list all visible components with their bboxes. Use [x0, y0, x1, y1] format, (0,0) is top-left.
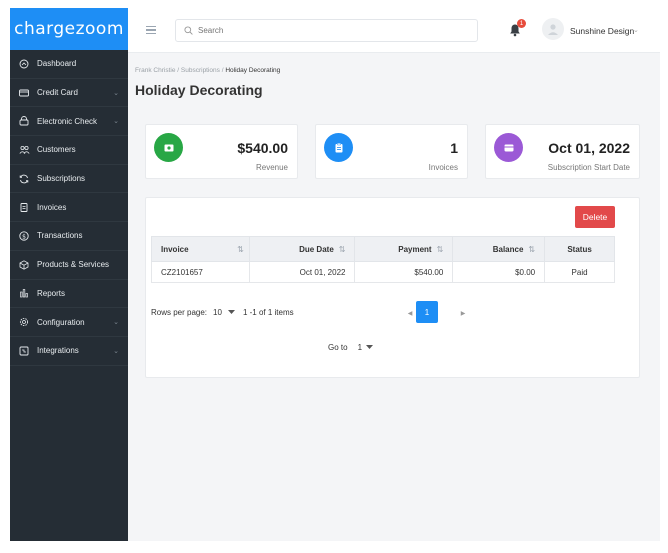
- payment-link[interactable]: $540.00: [354, 261, 454, 283]
- sidebar-item-reports[interactable]: Reports: [10, 280, 128, 309]
- sort-icon[interactable]: ⇅: [237, 245, 244, 254]
- user-name[interactable]: Sunshine Design: [570, 26, 634, 36]
- home-icon: [18, 58, 30, 70]
- sidebar-item-transactions[interactable]: $ Transactions: [10, 222, 128, 251]
- sidebar-item-label: Integrations: [37, 346, 79, 356]
- sidebar-item-credit-card[interactable]: Credit Card ⌄: [10, 79, 128, 108]
- sidebar-item-subscriptions[interactable]: Subscriptions: [10, 165, 128, 194]
- breadcrumb-current: Holiday Decorating: [225, 67, 281, 74]
- due-date-cell: Oct 01, 2022: [248, 261, 356, 283]
- chevron-down-icon: ⌄: [113, 319, 119, 327]
- users-icon: [18, 144, 30, 156]
- stat-label: Revenue: [255, 163, 288, 172]
- topbar: 1 Sunshine Design ⌄: [128, 8, 660, 53]
- bar-chart-icon: [18, 287, 30, 299]
- column-header-status: Status: [544, 236, 615, 262]
- chevron-down-icon: ⌄: [113, 89, 119, 97]
- sort-icon[interactable]: ⇅: [339, 245, 346, 254]
- sidebar-item-label: Subscriptions: [37, 174, 86, 184]
- calendar-card-icon: [494, 133, 523, 162]
- column-header-balance[interactable]: Balance ⇅: [452, 236, 546, 262]
- rows-per-page-label: Rows per page:: [151, 308, 208, 317]
- bank-icon: [18, 115, 30, 127]
- chevron-down-icon: ⌄: [113, 347, 119, 355]
- stat-card-start-date: Oct 01, 2022 Subscription Start Date: [485, 124, 640, 179]
- column-header-payment[interactable]: Payment ⇅: [354, 236, 454, 262]
- sidebar: chargezoom Dashboard Credit Card ⌄ Elect…: [10, 8, 128, 541]
- svg-text:$: $: [22, 233, 26, 240]
- chevron-down-icon[interactable]: ⌄: [633, 26, 639, 34]
- sidebar-item-products-services[interactable]: Products & Services: [10, 251, 128, 280]
- stat-value: $540.00: [237, 140, 288, 156]
- goto-control: Go to 1: [328, 343, 374, 352]
- caret-down-icon: [366, 345, 374, 349]
- dollar-circle-icon: $: [18, 230, 30, 242]
- page-title: Holiday Decorating: [135, 82, 263, 98]
- sidebar-item-customers[interactable]: Customers: [10, 136, 128, 165]
- table-row: CZ2101657 Oct 01, 2022 $540.00 $0.00 Pai…: [151, 261, 615, 283]
- invoice-link[interactable]: CZ2101657: [151, 261, 250, 283]
- invoices-table: Invoice ⇅ Due Date ⇅ Payment ⇅ Balance ⇅ Sta…: [151, 236, 615, 283]
- sidebar-item-integrations[interactable]: Integrations ⌄: [10, 337, 128, 366]
- sidebar-item-label: Invoices: [37, 202, 67, 212]
- notification-badge: 1: [517, 19, 526, 28]
- sidebar-item-label: Reports: [37, 288, 66, 298]
- sidebar-item-label: Credit Card: [37, 88, 78, 98]
- status-cell: Paid: [544, 261, 615, 283]
- stat-card-invoices: 1 Invoices: [315, 124, 468, 179]
- breadcrumb: Frank Christie / Subscriptions / Holiday…: [135, 67, 280, 74]
- stat-card-revenue: $540.00 Revenue: [145, 124, 298, 179]
- sidebar-item-configuration[interactable]: Configuration ⌄: [10, 308, 128, 337]
- next-page-icon[interactable]: ▶: [455, 305, 471, 321]
- page-button-current[interactable]: 1: [416, 301, 438, 323]
- sidebar-item-invoices[interactable]: Invoices: [10, 193, 128, 223]
- puzzle-icon: [18, 345, 30, 357]
- sidebar-item-label: Dashboard: [37, 59, 77, 69]
- menu-toggle-icon[interactable]: [146, 26, 156, 36]
- chevron-down-icon: ⌄: [113, 118, 119, 126]
- box-icon: [18, 259, 30, 271]
- gear-icon: [18, 316, 30, 328]
- stat-value: 1: [450, 140, 458, 156]
- stat-value: Oct 01, 2022: [548, 140, 630, 156]
- stat-label: Invoices: [428, 163, 458, 172]
- range-text: 1 -1 of 1 items: [242, 308, 294, 317]
- sidebar-item-dashboard[interactable]: Dashboard: [10, 50, 128, 79]
- refresh-icon: [18, 173, 30, 185]
- goto-select[interactable]: 1: [358, 343, 374, 352]
- sidebar-item-electronic-check[interactable]: Electronic Check ⌄: [10, 107, 128, 137]
- rows-per-page-select[interactable]: 10: [213, 308, 235, 317]
- logo[interactable]: chargezoom: [10, 8, 128, 50]
- sidebar-item-label: Products & Services: [37, 260, 110, 270]
- sort-icon[interactable]: ⇅: [437, 245, 444, 254]
- table-header-row: Invoice ⇅ Due Date ⇅ Payment ⇅ Balance ⇅ Sta…: [151, 236, 615, 262]
- sidebar-item-label: Configuration: [37, 317, 85, 327]
- search-input[interactable]: [198, 26, 458, 35]
- balance-cell: $0.00: [452, 261, 546, 283]
- sidebar-item-label: Transactions: [37, 231, 83, 241]
- breadcrumb-item-customer[interactable]: Frank Christie: [135, 67, 175, 74]
- column-header-invoice[interactable]: Invoice ⇅: [151, 236, 250, 262]
- sort-icon[interactable]: ⇅: [528, 245, 535, 254]
- sidebar-item-label: Electronic Check: [37, 116, 98, 126]
- money-icon: [154, 133, 183, 162]
- credit-card-icon: [18, 87, 30, 99]
- caret-down-icon: [227, 310, 235, 314]
- breadcrumb-item-subscriptions[interactable]: Subscriptions: [181, 67, 220, 74]
- search-icon: [184, 22, 193, 40]
- rows-per-page: Rows per page: 10 1 -1 of 1 items: [151, 308, 294, 317]
- sidebar-item-label: Customers: [37, 145, 76, 155]
- avatar[interactable]: [542, 18, 564, 40]
- column-header-due-date[interactable]: Due Date ⇅: [248, 236, 356, 262]
- search-box[interactable]: [175, 19, 478, 42]
- goto-label: Go to: [328, 343, 348, 352]
- clipboard-icon: [18, 201, 30, 213]
- invoices-panel: [145, 197, 640, 378]
- clipboard-icon: [324, 133, 353, 162]
- stat-label: Subscription Start Date: [547, 163, 630, 172]
- delete-button[interactable]: Delete: [575, 206, 615, 228]
